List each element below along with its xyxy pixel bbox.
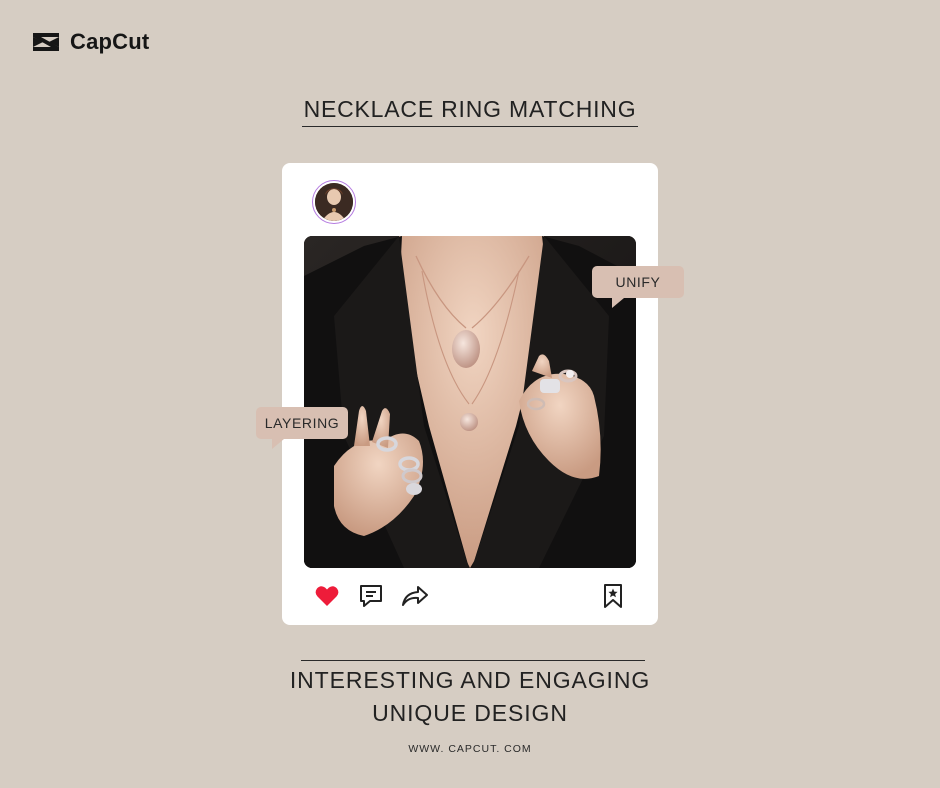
comment-icon — [360, 585, 382, 607]
capcut-logo-icon — [33, 33, 59, 51]
post-actions — [312, 581, 430, 611]
bottom-title-line2: UNIQUE DESIGN — [372, 700, 568, 726]
brand: CapCut — [30, 28, 149, 56]
bottom-title: INTERESTING AND ENGAGING UNIQUE DESIGN — [0, 664, 940, 730]
avatar-image — [315, 183, 353, 221]
bottom-divider — [301, 660, 645, 661]
bookmark-button[interactable] — [598, 581, 628, 611]
profile-avatar[interactable] — [312, 180, 356, 224]
heart-icon — [315, 586, 339, 606]
layering-tag: LAYERING — [256, 407, 348, 449]
page-title-text: NECKLACE RING MATCHING — [301, 96, 639, 127]
avatar-portrait-icon — [315, 183, 353, 221]
share-icon — [402, 586, 428, 606]
jewelry-photo-illustration — [304, 236, 636, 568]
website-link[interactable]: WWW. CAPCUT. COM — [0, 743, 940, 755]
unify-tag: UNIFY — [592, 266, 684, 308]
brand-name: CapCut — [70, 29, 150, 54]
post-card — [282, 163, 658, 625]
jewelry-photo[interactable] — [304, 236, 636, 568]
like-button[interactable] — [312, 581, 342, 611]
comment-button[interactable] — [356, 581, 386, 611]
page-title: NECKLACE RING MATCHING — [0, 96, 940, 127]
bookmark-star-icon — [604, 584, 622, 608]
bottom-title-line1: INTERESTING AND ENGAGING — [289, 667, 651, 693]
share-button[interactable] — [400, 581, 430, 611]
